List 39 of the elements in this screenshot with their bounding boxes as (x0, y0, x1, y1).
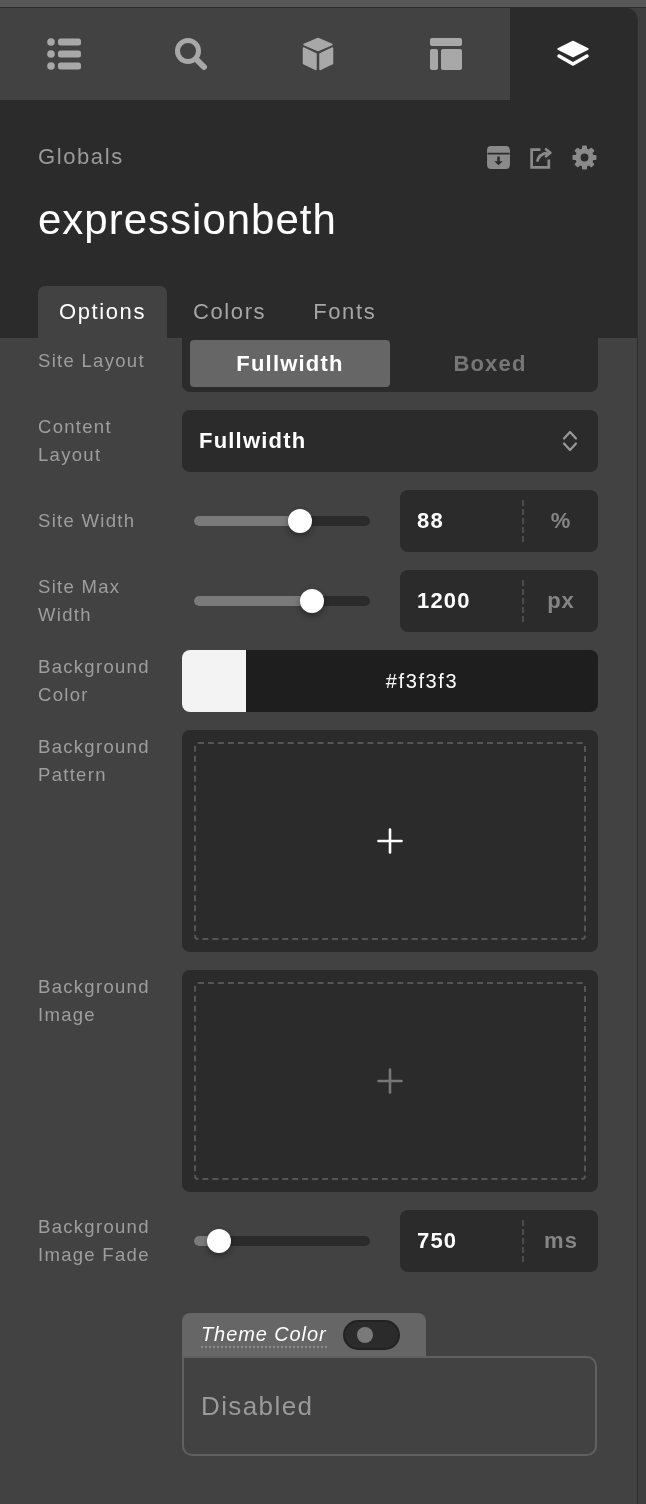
layers-icon (556, 40, 591, 68)
settings-button[interactable] (572, 144, 597, 170)
number-input[interactable]: 750 ms (400, 1210, 598, 1272)
slider-thumb[interactable] (287, 509, 312, 533)
color-field[interactable]: #f3f3f3 (182, 650, 598, 712)
up-down-chevron-icon (562, 429, 578, 453)
search-icon (174, 37, 209, 71)
section-tab[interactable]: Options (38, 286, 168, 338)
field-label: Background Image (38, 975, 151, 1027)
field-label: Site Layout (38, 349, 145, 373)
unit-label: ms (522, 1220, 598, 1262)
section-tab[interactable]: Colors (172, 286, 288, 338)
theme-color-label: Theme Color (201, 1321, 327, 1348)
layout-icon (428, 37, 463, 71)
unit-label: % (522, 500, 598, 542)
slider-thumb[interactable] (206, 1229, 231, 1253)
select-dropdown[interactable]: Fullwidth (182, 410, 598, 472)
field-label: Background Pattern (38, 735, 151, 787)
page-title: expressionbeth (38, 195, 338, 245)
number-input[interactable]: 1200 px (400, 570, 598, 632)
archive-download-icon (486, 144, 511, 170)
theme-color-value: Disabled (182, 1356, 597, 1456)
toggle-switch[interactable] (342, 1319, 400, 1350)
number-input[interactable]: 88 % (400, 490, 598, 552)
breadcrumb-label: Globals (38, 143, 124, 171)
field-label: Site Max Width (38, 575, 122, 627)
slider-thumb[interactable] (299, 589, 324, 613)
settings-icon (572, 144, 597, 170)
field-label: Content Layout (38, 415, 113, 467)
panel-tab[interactable] (509, 8, 637, 100)
section-tab[interactable]: Fonts (292, 286, 398, 338)
segment-option[interactable]: Fullwidth (190, 340, 390, 387)
field-label: Background Image Fade (38, 1215, 151, 1267)
list-icon (46, 38, 81, 70)
field-label: Background Color (38, 655, 151, 707)
field-label: Site Width (38, 509, 136, 533)
cube-icon (301, 37, 336, 71)
unit-label: px (522, 580, 598, 622)
archive-button[interactable] (486, 144, 511, 170)
